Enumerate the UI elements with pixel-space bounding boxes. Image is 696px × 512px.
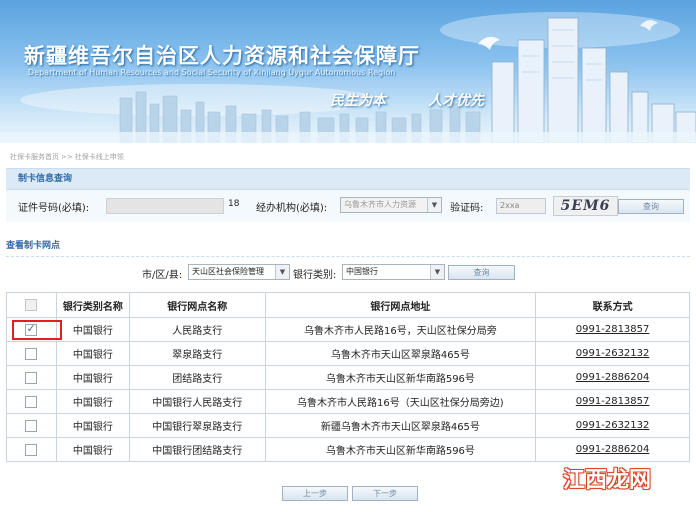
chevron-down-icon: ▼ [427,198,441,212]
header-banner: 新疆维吾尔自治区人力资源和社会保障厅 Department of Human R… [0,0,696,143]
phone-link[interactable]: 0991-2886204 [535,365,690,390]
outlet-cell: 翠泉路支行 [128,341,266,366]
table-row[interactable]: 中国银行 人民路支行 乌鲁木齐市人民路16号，天山区社保分局旁 0991-281… [6,317,690,342]
district-label: 市/区/县: [142,270,183,281]
captcha-input[interactable]: 2xxa [496,198,546,214]
select-all-cell [6,292,57,318]
row-checkbox[interactable] [25,419,38,432]
outlet-cell: 人民路支行 [128,317,266,342]
select-all-checkbox[interactable] [25,299,38,311]
prev-step-button[interactable]: 上一步 [282,486,348,501]
bank-type-label: 银行类别: [293,270,337,281]
row-checkbox[interactable] [25,395,38,408]
bank-cell: 中国银行 [55,341,130,366]
column-header-contact: 联系方式 [535,292,690,318]
captcha-label: 验证码: [450,203,484,214]
outlet-filter: 市/区/县: 天山区社会保险管理 ▼ 银行类别: 中国银行 ▼ 查询 [6,260,690,284]
table-row[interactable]: 中国银行 团结路支行 乌鲁木齐市天山区新华南路596号 0991-2886204 [6,365,690,390]
outlet-cell: 中国银行翠泉路支行 [128,413,266,438]
captcha-image[interactable]: 5EM6 [553,196,618,216]
bank-type-select[interactable]: 中国银行 ▼ [342,264,445,280]
address-cell: 乌鲁木齐市天山区新华南路596号 [264,437,537,462]
id-number-label: 证件号码(必填): [18,203,90,214]
outlet-cell: 中国银行团结路支行 [128,437,266,462]
table-row[interactable]: 中国银行 中国银行翠泉路支行 新疆乌鲁木齐市天山区翠泉路465号 0991-26… [6,413,690,438]
district-select[interactable]: 天山区社会保险管理 ▼ [188,264,290,280]
table-row[interactable]: 中国银行 中国银行人民路支行 乌鲁木齐市人民路16号（天山区社保分局旁边) 09… [6,389,690,414]
outlet-section-title: 查看制卡网点 [6,236,690,257]
chevron-down-icon: ▼ [430,265,444,279]
watermark-logo: 江西龙网 [563,467,652,493]
table-header-row: 银行类别名称 银行网点名称 银行网点地址 联系方式 [6,292,690,318]
bank-type-select-value: 中国银行 [346,267,378,276]
bank-cell: 中国银行 [55,437,130,462]
agency-label: 经办机构(必填): [256,203,328,214]
bank-cell: 中国银行 [55,365,130,390]
agency-select[interactable]: 乌鲁木齐市人力资源 ▼ [340,197,442,213]
slogan-2: 人才优先 [428,93,484,109]
table-row[interactable]: 中国银行 翠泉路支行 乌鲁木齐市天山区翠泉路465号 0991-2632132 [6,341,690,366]
bank-cell: 中国银行 [55,413,130,438]
address-cell: 乌鲁木齐市人民路16号（天山区社保分局旁边) [264,389,537,414]
breadcrumb: 社保卡服务首页 >> 社保卡线上申领 [10,152,124,162]
phone-link[interactable]: 0991-2813857 [535,389,690,414]
id-number-input[interactable] [106,198,224,214]
table-row[interactable]: 中国银行 中国银行团结路支行 乌鲁木齐市天山区新华南路596号 0991-288… [6,437,690,462]
row-checkbox[interactable] [25,443,38,456]
address-cell: 新疆乌鲁木齐市天山区翠泉路465号 [264,413,537,438]
query-info-button[interactable]: 查询 [618,199,684,214]
phone-link[interactable]: 0991-2632132 [535,341,690,366]
row-checkbox[interactable] [25,371,38,384]
phone-link[interactable]: 0991-2813857 [535,317,690,342]
outlet-table: 银行类别名称 银行网点名称 银行网点地址 联系方式 中国银行 人民路支行 乌鲁木… [6,292,690,462]
highlight-box [12,320,62,340]
breadcrumb-home[interactable]: 社保卡服务首页 [10,153,59,161]
site-title-cn: 新疆维吾尔自治区人力资源和社会保障厅 [24,44,420,68]
bank-cell: 中国银行 [55,389,130,414]
address-cell: 乌鲁木齐市天山区翠泉路465号 [264,341,537,366]
next-step-button[interactable]: 下一步 [352,486,418,501]
address-cell: 乌鲁木齐市天山区新华南路596号 [264,365,537,390]
column-header-outlet: 银行网点名称 [128,292,266,318]
breadcrumb-current: 社保卡线上申领 [74,153,124,161]
slogan-1: 民生为本 [330,93,386,109]
phone-link[interactable]: 0991-2632132 [535,413,690,438]
site-title-en: Department of Human Resources and Social… [28,68,396,77]
chevron-down-icon: ▼ [275,265,289,279]
outlet-cell: 中国银行人民路支行 [128,389,266,414]
column-header-address: 银行网点地址 [264,292,537,318]
outlet-cell: 团结路支行 [128,365,266,390]
district-select-value: 天山区社会保险管理 [192,267,264,276]
address-cell: 乌鲁木齐市人民路16号，天山区社保分局旁 [264,317,537,342]
agency-select-value: 乌鲁木齐市人力资源 [344,200,416,209]
query-outlet-button[interactable]: 查询 [448,265,515,280]
bank-cell: 中国银行 [55,317,130,342]
phone-link[interactable]: 0991-2886204 [535,437,690,462]
row-checkbox[interactable] [25,347,38,360]
id-number-suffix: 18 [228,199,240,209]
query-section-title: 制卡信息查询 [6,168,690,190]
column-header-bank: 银行类别名称 [55,292,130,318]
breadcrumb-separator: >> [61,153,73,161]
